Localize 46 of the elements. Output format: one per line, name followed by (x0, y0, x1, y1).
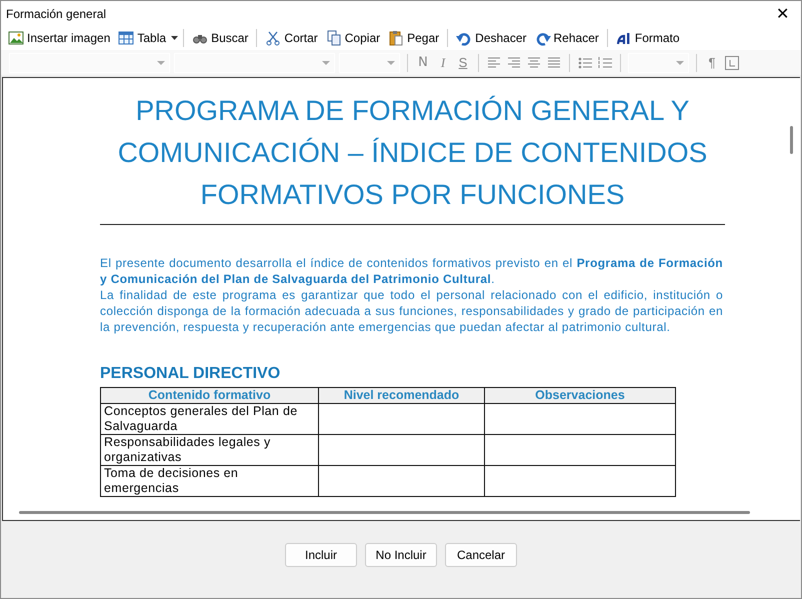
font-format-icon (616, 30, 632, 46)
toolbar-button[interactable]: Deshacer (453, 28, 530, 48)
toolbar-button[interactable]: Buscar (189, 28, 252, 48)
horizontal-scrollbar[interactable] (19, 511, 750, 514)
toolbar-button[interactable]: Tabla (115, 28, 170, 48)
document-title: PROGRAMA DE FORMACIÓN GENERAL Y COMUNICACIÓN – ÍNDICE DE CONTENIDOS FORMATIVOS POR FUNCIONES (100, 90, 725, 225)
dialog-button[interactable]: No Incluir (365, 543, 437, 567)
table-icon (118, 30, 134, 46)
toolbar-button[interactable]: Pegar (385, 28, 442, 48)
dialog-button[interactable]: Cancelar (445, 543, 517, 567)
redo-arrow-icon (534, 30, 551, 46)
dropdown-field[interactable] (628, 52, 689, 72)
toolbar-button[interactable]: Cortar (262, 28, 321, 48)
window-title: Formación general (6, 6, 106, 20)
table-cell: Toma de decisiones en emergencias (100, 466, 318, 496)
copy-icon (326, 30, 342, 46)
bullet-list-icon[interactable] (577, 54, 593, 70)
toolbar-button[interactable]: Rehacer (532, 28, 602, 48)
paragraph: La finalidad de este programa es garantizar que todo el personal relacionado con el edificio, institución o colección disponga de la formación adecuada a sus funciones, responsabilidades y grado de participación en la prevención, respuesta y recuperación ante emergencias que puedan afectar al patrimonio cultural. (100, 287, 723, 335)
align-right-icon[interactable] (506, 54, 522, 70)
dropdown-field[interactable] (174, 52, 335, 72)
numbered-list-icon[interactable] (597, 54, 613, 70)
toolbar-button[interactable]: Copiar (322, 28, 384, 48)
tab-stop-icon[interactable] (724, 54, 740, 70)
caret-icon[interactable] (171, 36, 178, 40)
dialog-button[interactable]: Incluir (285, 543, 357, 567)
scissors-icon (265, 30, 282, 46)
toolbar-button[interactable]: Formato (612, 28, 683, 48)
align-center-icon[interactable] (526, 54, 542, 70)
dropdown-field[interactable] (9, 52, 170, 72)
close-button[interactable]: ✕ (770, 4, 795, 24)
undo-arrow-icon (456, 30, 472, 46)
paragraph: El presente documento desarrolla el índice de contenidos formativos previsto en el Programa de Formación y Comunicación del Plan de Salvaguarda del Patrimonio Cultural. (100, 255, 723, 287)
scrollbar-thumb[interactable] (790, 126, 793, 154)
image-icon (8, 30, 24, 46)
column-header: Observaciones (484, 388, 676, 404)
align-left-icon[interactable] (486, 54, 502, 70)
toolbar-button[interactable]: Insertar imagen (5, 28, 114, 48)
table-cell: Responsabilidades legales y organizativas (100, 434, 318, 466)
dropdown-field[interactable] (339, 52, 400, 72)
clipboard-icon (388, 30, 404, 46)
column-header: Nivel recomendado (318, 388, 484, 404)
justify-icon[interactable] (546, 54, 562, 70)
column-header: Contenido formativo (100, 388, 318, 404)
section-heading: PERSONAL DIRECTIVO (100, 365, 282, 383)
table-cell: Conceptos generales del Plan de Salvaguarda (100, 404, 318, 434)
